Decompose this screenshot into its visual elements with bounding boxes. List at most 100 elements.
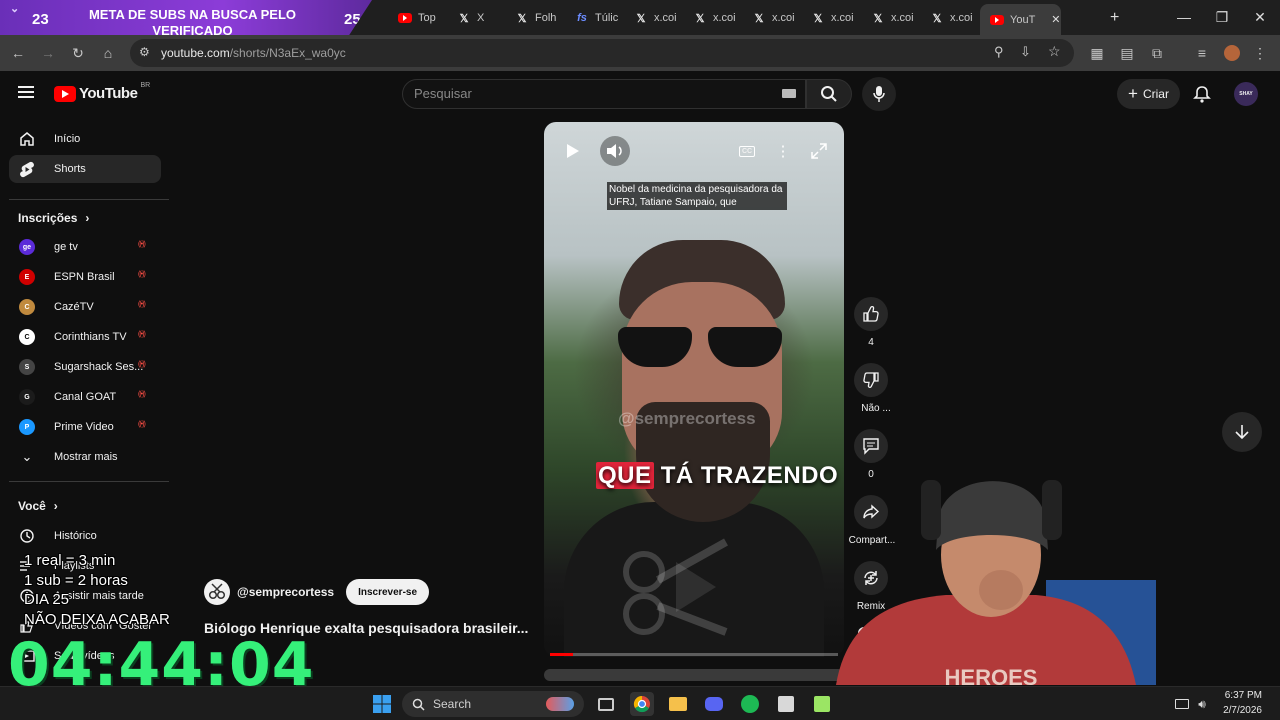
browser-tab[interactable]: 𝕏X xyxy=(447,6,485,30)
address-bar[interactable]: ⚙ youtube.com/shorts/N3aEx_wa0yc ⚲ ⇩ ☆ xyxy=(130,39,1074,67)
browser-tab[interactable]: 𝕏x.coi xyxy=(683,6,736,30)
maximize-button[interactable]: ❐ xyxy=(1202,6,1242,28)
captions-button[interactable]: CC xyxy=(732,136,762,166)
search-button[interactable] xyxy=(806,79,852,109)
windows-start-icon[interactable] xyxy=(370,692,394,716)
subscription-channel[interactable]: C CazéTV xyxy=(9,293,161,321)
video-frame-sunglasses xyxy=(618,327,786,373)
like-button[interactable] xyxy=(854,297,888,331)
youtube-logo[interactable]: YouTube BR xyxy=(54,82,151,102)
volume-button[interactable] xyxy=(600,136,630,166)
fullscreen-button[interactable] xyxy=(804,136,834,166)
forward-icon[interactable]: → xyxy=(38,43,58,63)
subscription-channel[interactable]: E ESPN Brasil xyxy=(9,263,161,291)
video-more-options-icon[interactable]: ⋮ xyxy=(768,136,798,166)
system-clock[interactable]: 6:37 PM 2/7/2026 xyxy=(1223,688,1262,718)
channel-name: Canal GOAT xyxy=(54,391,117,403)
show-more-button[interactable]: ⌄ Mostrar mais xyxy=(9,443,161,471)
subscription-channel[interactable]: G Canal GOAT xyxy=(9,383,161,411)
notifications-bell-icon[interactable] xyxy=(1192,84,1212,104)
channel-handle[interactable]: @semprecortess xyxy=(237,585,334,599)
channel-avatar[interactable] xyxy=(204,579,230,605)
video-title[interactable]: Biólogo Henrique exalta pesquisadora bra… xyxy=(204,620,528,636)
play-button[interactable] xyxy=(558,136,588,166)
browser-tab[interactable]: 𝕏x.coi xyxy=(742,6,795,30)
subscription-channel[interactable]: P Prime Video xyxy=(9,413,161,441)
next-video-button[interactable] xyxy=(1222,412,1262,452)
keyboard-icon[interactable] xyxy=(782,89,796,98)
discord-icon[interactable] xyxy=(702,692,726,716)
extension-icon[interactable]: ▦ xyxy=(1087,43,1107,63)
region-code: BR xyxy=(140,82,151,89)
task-view-icon[interactable] xyxy=(594,692,618,716)
profile-avatar[interactable] xyxy=(1222,43,1242,63)
site-info-icon[interactable]: ⚙ xyxy=(139,45,150,59)
like-count: 4 xyxy=(868,337,874,348)
sidebar-item-history[interactable]: Histórico xyxy=(9,522,161,550)
hamburger-menu-icon[interactable] xyxy=(18,85,36,99)
app-icon[interactable] xyxy=(810,692,834,716)
volume-icon[interactable]: 🔊︎ xyxy=(1190,692,1214,716)
x-icon: 𝕏 xyxy=(813,12,823,25)
bookmark-star-icon[interactable]: ☆ xyxy=(1048,43,1061,60)
subscription-channel[interactable]: C Corinthians TV xyxy=(9,323,161,351)
extension-icon[interactable]: ▤ xyxy=(1117,43,1137,63)
zoom-icon[interactable]: ⚲ xyxy=(994,44,1004,60)
subscriptions-heading[interactable]: Inscrições › xyxy=(18,211,89,225)
app-icon[interactable] xyxy=(774,692,798,716)
chevron-right-icon: › xyxy=(53,499,58,513)
browser-tab[interactable]: 𝕏x.coi xyxy=(801,6,854,30)
clock-time: 6:37 PM xyxy=(1224,690,1262,701)
browser-tab[interactable]: 𝕏x.coi xyxy=(861,6,914,30)
channel-avatar-image: S xyxy=(19,359,35,375)
subscribe-button[interactable]: Inscrever-se xyxy=(346,579,430,605)
home-icon[interactable]: ⌂ xyxy=(98,43,118,63)
file-explorer-icon[interactable] xyxy=(666,692,690,716)
extensions-puzzle-icon[interactable]: ⧉ xyxy=(1147,43,1167,63)
you-heading[interactable]: Você › xyxy=(18,499,58,513)
live-indicator-icon xyxy=(138,241,153,251)
video-subtitle: Nobel da medicina da pesquisadora da UFR… xyxy=(607,182,787,210)
shorts-video-player[interactable]: @semprecortess Nobel da medicina da pesq… xyxy=(544,122,844,657)
browser-tab[interactable]: 𝕏x.coi xyxy=(624,6,677,30)
create-button[interactable]: + Criar xyxy=(1117,79,1180,109)
minimize-button[interactable]: — xyxy=(1164,6,1204,28)
browser-tab-title: x.coi xyxy=(713,12,736,24)
search-bar[interactable] xyxy=(402,79,806,109)
overlay-line-1: 1 real = 3 min xyxy=(24,552,116,569)
browser-tab[interactable]: YouT ✕ xyxy=(980,4,1061,35)
search-input[interactable] xyxy=(414,86,774,101)
x-icon: 𝕏 xyxy=(517,12,527,25)
channel-name: ESPN Brasil xyxy=(54,271,115,283)
youtube-icon xyxy=(398,13,412,23)
subscription-channel[interactable]: S Sugarshack Ses... xyxy=(9,353,161,381)
browser-tab[interactable]: 𝕏 Folh xyxy=(505,6,557,30)
video-progress-fill xyxy=(550,653,574,656)
voice-search-button[interactable] xyxy=(862,77,896,111)
sidebar-item-shorts[interactable]: Shorts xyxy=(9,155,161,183)
video-progress-bar[interactable] xyxy=(550,653,838,656)
install-icon[interactable]: ⇩ xyxy=(1020,44,1031,60)
spotify-icon[interactable] xyxy=(738,692,762,716)
live-indicator-icon xyxy=(138,301,153,311)
more-menu-icon[interactable]: ⋮ xyxy=(1250,43,1270,63)
close-tab-icon[interactable]: ✕ xyxy=(1051,13,1060,26)
volume-icon xyxy=(607,144,622,158)
browser-tab[interactable]: Top xyxy=(388,6,436,30)
sidebar-item-home[interactable]: Início xyxy=(9,125,161,153)
browser-tab[interactable]: fs Túlic xyxy=(565,6,618,30)
subscription-channel[interactable]: ge ge tv xyxy=(9,233,161,261)
channel-name: Sugarshack Ses... xyxy=(54,361,144,373)
account-avatar[interactable]: SHAY xyxy=(1234,82,1258,106)
browser-tab[interactable]: 𝕏x.coi xyxy=(920,6,973,30)
taskbar-search-label: Search xyxy=(433,697,472,711)
new-tab-button[interactable]: + xyxy=(1100,6,1119,30)
taskbar-search[interactable]: Search xyxy=(402,691,584,717)
reading-list-icon[interactable]: ≡ xyxy=(1192,43,1212,63)
next-short-peek[interactable] xyxy=(544,669,844,681)
back-icon[interactable]: ← xyxy=(8,43,28,63)
close-window-button[interactable]: ✕ xyxy=(1240,6,1280,28)
dislike-button[interactable] xyxy=(854,363,888,397)
chrome-taskbar-icon[interactable] xyxy=(630,692,654,716)
reload-icon[interactable]: ↻ xyxy=(68,43,88,63)
